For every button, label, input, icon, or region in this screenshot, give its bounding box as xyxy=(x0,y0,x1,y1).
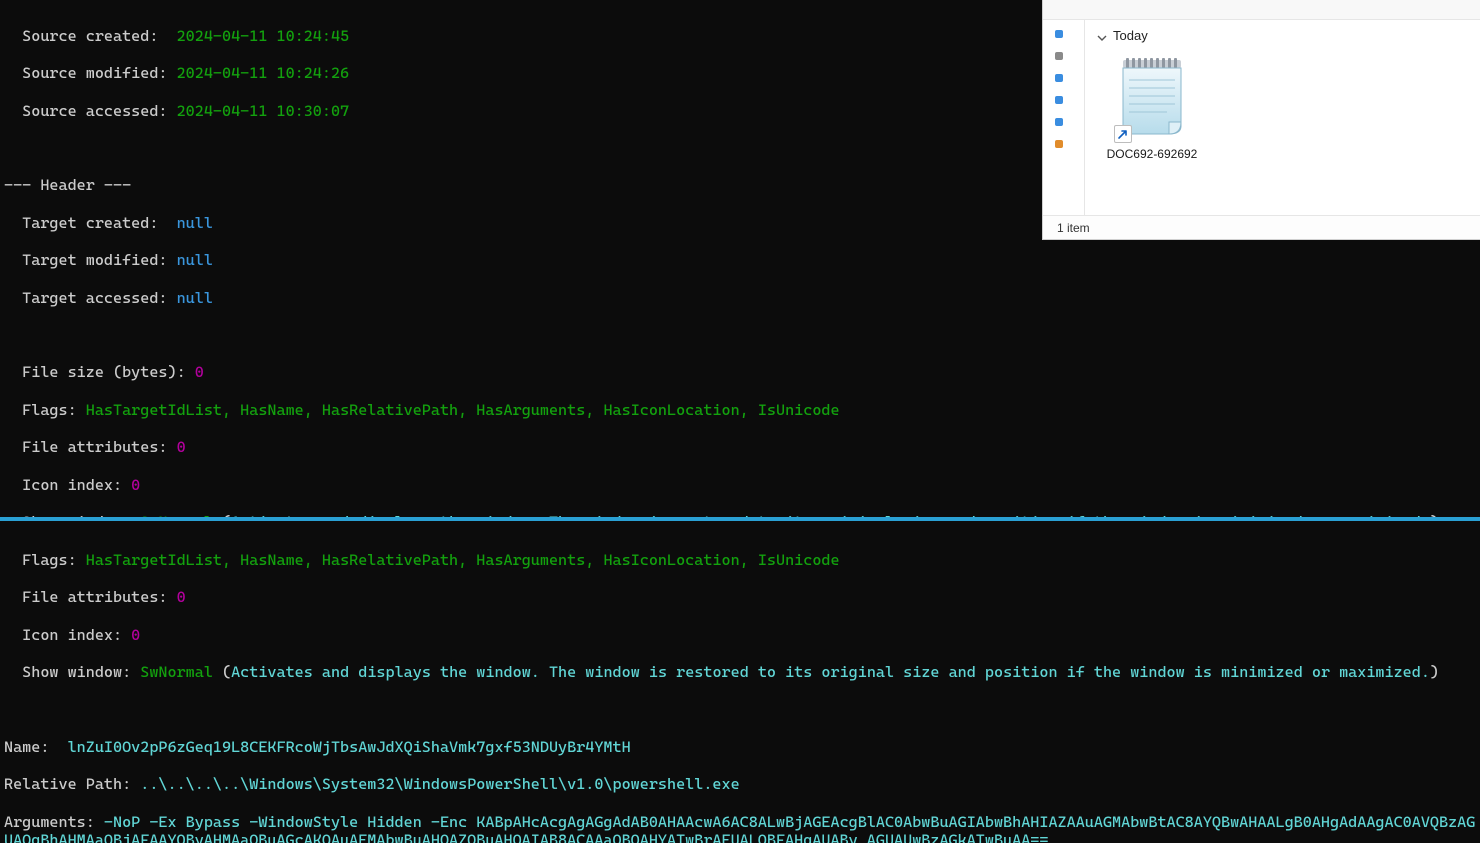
value-show-window-desc-2: Activates and displays the window. The w… xyxy=(231,663,1430,681)
label-source-modified: Source modified: xyxy=(22,64,167,82)
nav-item-icon[interactable] xyxy=(1055,30,1063,38)
chevron-down-icon xyxy=(1097,31,1107,41)
file-label: DOC692-692692 xyxy=(1107,147,1198,161)
value-relpath-2: ..\..\..\..\Windows\System32\WindowsPowe… xyxy=(140,775,739,793)
explorer-toolbar[interactable] xyxy=(1043,0,1480,20)
explorer-nav-pane[interactable] xyxy=(1043,20,1085,215)
nav-item-icon[interactable] xyxy=(1055,96,1063,104)
value-arguments-2: -NoP -Ex Bypass -WindowStyle Hidden -Enc… xyxy=(4,813,1475,843)
nav-item-icon[interactable] xyxy=(1055,52,1063,60)
label-source-accessed: Source accessed: xyxy=(22,102,167,120)
file-explorer-window[interactable]: Today xyxy=(1042,0,1480,240)
pane-split-divider[interactable] xyxy=(0,517,1480,521)
value-file-attributes-2: 0 xyxy=(177,588,186,606)
label-icon-index: Icon index: xyxy=(22,476,122,494)
value-show-window-2: SwNormal xyxy=(140,663,213,681)
shortcut-overlay-icon xyxy=(1114,125,1132,143)
value-icon-index-2: 0 xyxy=(131,626,140,644)
label-target-created: Target created: xyxy=(22,214,158,232)
group-label: Today xyxy=(1113,28,1148,43)
nav-item-icon[interactable] xyxy=(1055,74,1063,82)
terminal-pane-bottom[interactable]: Flags: HasTargetIdList, HasName, HasRela… xyxy=(4,532,1476,843)
label-show-window-2: Show window: xyxy=(22,663,131,681)
label-icon-index-2: Icon index: xyxy=(22,626,122,644)
value-target-accessed: null xyxy=(177,289,213,307)
value-flags-2: HasTargetIdList, HasName, HasRelativePat… xyxy=(86,551,840,569)
value-target-created: null xyxy=(177,214,213,232)
status-item-count: 1 item xyxy=(1057,221,1090,235)
label-flags: Flags: xyxy=(22,401,77,419)
value-flags: HasTargetIdList, HasName, HasRelativePat… xyxy=(86,401,840,419)
value-file-size: 0 xyxy=(195,363,204,381)
explorer-status-bar: 1 item xyxy=(1043,215,1480,239)
label-file-size: File size (bytes): xyxy=(22,363,185,381)
explorer-body: Today xyxy=(1043,20,1480,215)
file-item-shortcut[interactable]: DOC692-692692 xyxy=(1097,49,1207,165)
explorer-content[interactable]: Today xyxy=(1085,20,1480,215)
value-source-created: 2024-04-11 10:24:45 xyxy=(177,27,350,45)
label-arguments-2: Arguments: xyxy=(4,813,95,831)
value-file-attributes: 0 xyxy=(177,438,186,456)
value-icon-index: 0 xyxy=(131,476,140,494)
label-flags-2: Flags: xyxy=(22,551,77,569)
header-divider: --- Header --- xyxy=(4,176,131,194)
value-target-modified: null xyxy=(177,251,213,269)
value-source-accessed: 2024-04-11 10:30:07 xyxy=(177,102,350,120)
value-source-modified: 2024-04-11 10:24:26 xyxy=(177,64,350,82)
label-file-attributes-2: File attributes: xyxy=(22,588,167,606)
label-name-2: Name: xyxy=(4,738,49,756)
nav-item-icon[interactable] xyxy=(1055,118,1063,126)
label-source-created: Source created: xyxy=(22,27,158,45)
nav-item-icon[interactable] xyxy=(1055,140,1063,148)
label-target-accessed: Target accessed: xyxy=(22,289,167,307)
label-file-attributes: File attributes: xyxy=(22,438,167,456)
group-header-today[interactable]: Today xyxy=(1097,28,1468,43)
notepad-icon xyxy=(1104,53,1200,145)
label-target-modified: Target modified: xyxy=(22,251,167,269)
label-relpath-2: Relative Path: xyxy=(4,775,131,793)
value-name-2: lnZuI0Ov2pP6zGeq19L8CEKFRcoWjTbsAwJdXQiS… xyxy=(68,738,631,756)
